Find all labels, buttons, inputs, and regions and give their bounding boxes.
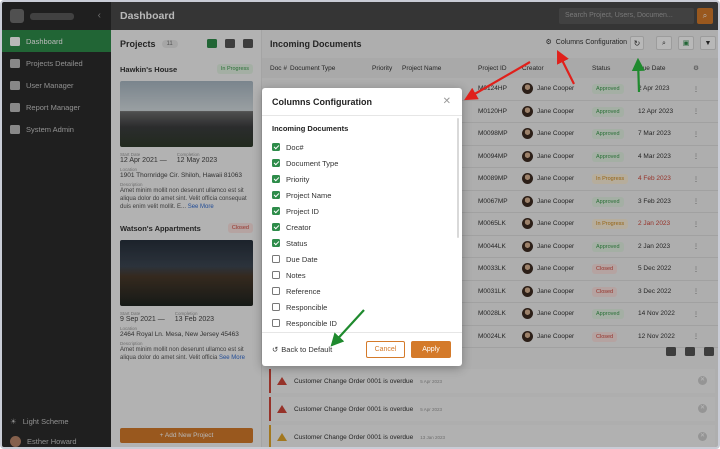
column-option[interactable]: Responcible: [272, 299, 452, 315]
dialog-header: Columns Configuration ✕: [262, 88, 462, 116]
checkbox[interactable]: [272, 319, 280, 327]
dialog-scrollbar[interactable]: [457, 118, 459, 238]
column-option-label: Reference: [286, 286, 321, 296]
checkbox[interactable]: [272, 207, 280, 215]
column-option-label: Due Date: [286, 254, 318, 264]
dialog-body: Incoming Documents Doc# Document Type Prio…: [262, 116, 462, 332]
checkbox[interactable]: [272, 191, 280, 199]
checkbox[interactable]: [272, 303, 280, 311]
column-option[interactable]: Notes: [272, 267, 452, 283]
checkbox[interactable]: [272, 223, 280, 231]
column-option[interactable]: Doc#: [272, 139, 452, 155]
column-option[interactable]: Project Name: [272, 187, 452, 203]
column-option[interactable]: Project ID: [272, 203, 452, 219]
apply-button[interactable]: Apply: [411, 341, 451, 358]
refresh-icon: ↺: [272, 345, 279, 354]
column-option-label: Priority: [286, 174, 310, 184]
dialog-title: Columns Configuration: [272, 96, 372, 107]
close-icon[interactable]: ✕: [443, 96, 451, 107]
column-option-label: Status: [286, 238, 308, 248]
checkbox[interactable]: [272, 143, 280, 151]
column-option-label: Project Name: [286, 190, 332, 200]
column-option[interactable]: Status: [272, 235, 452, 251]
column-option[interactable]: Document Type: [272, 155, 452, 171]
column-option-label: Notes: [286, 270, 306, 280]
columns-configuration-dialog: Columns Configuration ✕ Incoming Documen…: [262, 88, 462, 366]
column-option[interactable]: Responcible ID: [272, 315, 452, 331]
column-option-label: Project ID: [286, 206, 319, 216]
checkbox[interactable]: [272, 255, 280, 263]
checkbox[interactable]: [272, 271, 280, 279]
column-option-label: Document Type: [286, 158, 339, 168]
cancel-button[interactable]: Cancel: [366, 341, 405, 358]
column-option-label: Doc#: [286, 142, 304, 152]
column-option[interactable]: Reference: [272, 283, 452, 299]
dialog-footer: ↺ Back to Default Cancel Apply: [262, 332, 462, 366]
checkbox[interactable]: [272, 175, 280, 183]
checkbox[interactable]: [272, 287, 280, 295]
back-to-default-label: Back to Default: [281, 345, 333, 354]
column-option-label: Responcible ID: [286, 318, 337, 328]
section-label: Incoming Documents: [272, 124, 349, 133]
app-window: ‹ Dashboard Projects Detailed User Manag…: [0, 0, 720, 449]
column-options: Doc# Document Type Priority Project Name Pro…: [272, 139, 452, 331]
column-option[interactable]: Priority: [272, 171, 452, 187]
column-option-label: Responcible: [286, 302, 328, 312]
column-option-label: Creator: [286, 222, 312, 232]
checkbox[interactable]: [272, 239, 280, 247]
checkbox[interactable]: [272, 159, 280, 167]
back-to-default-button[interactable]: ↺ Back to Default: [272, 345, 332, 354]
column-option[interactable]: Due Date: [272, 251, 452, 267]
column-option[interactable]: Creator: [272, 219, 452, 235]
